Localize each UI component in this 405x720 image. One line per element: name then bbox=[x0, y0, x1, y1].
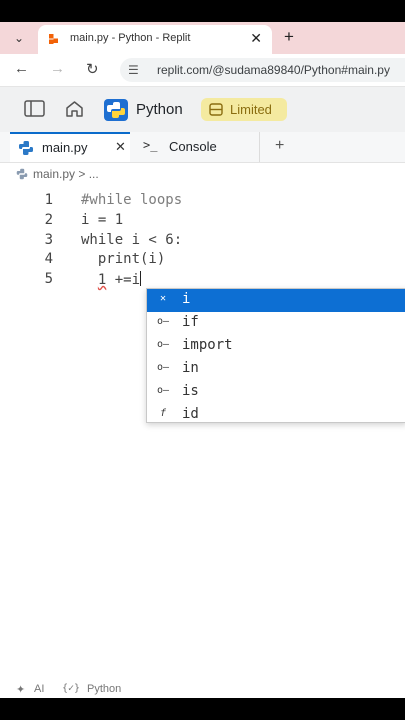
code-text: while i < 6: bbox=[81, 232, 183, 248]
autocomplete-label: i bbox=[182, 291, 191, 307]
address-bar-row: ← → ↻ ☰ replit.com/@sudama89840/Python#m… bbox=[0, 54, 405, 87]
line-number: 1 bbox=[44, 192, 53, 208]
code-line[interactable]: 2 i = 1 bbox=[0, 212, 405, 232]
replit-header: Python Limited bbox=[0, 87, 405, 132]
autocomplete-item[interactable]: o— if bbox=[147, 312, 405, 335]
line-number: 3 bbox=[44, 232, 53, 248]
python-file-icon bbox=[19, 141, 33, 155]
code-line[interactable]: 3 while i < 6: bbox=[0, 232, 405, 252]
home-icon[interactable] bbox=[65, 100, 84, 118]
editor-tab-bar: main.py ✕ >_ Console + bbox=[0, 132, 405, 163]
reload-icon[interactable]: ↻ bbox=[86, 60, 99, 78]
tab-console[interactable]: >_ Console bbox=[131, 132, 260, 162]
top-bezel bbox=[0, 0, 405, 22]
language-status[interactable]: Python bbox=[87, 683, 121, 695]
autocomplete-dropdown: ✕ i o— if o— import o— in o— is f id bbox=[146, 288, 405, 423]
autocomplete-item[interactable]: o— in bbox=[147, 358, 405, 381]
breadcrumb-path[interactable]: main.py > ... bbox=[33, 167, 99, 181]
code-text: 1 +=i bbox=[81, 271, 142, 288]
tab-main-py-label: main.py bbox=[42, 140, 88, 155]
add-tab-icon[interactable]: + bbox=[275, 137, 284, 155]
code-braces-icon: {✓} bbox=[62, 683, 81, 694]
python-logo-icon bbox=[104, 99, 128, 121]
close-tab-icon[interactable]: ✕ bbox=[250, 30, 262, 47]
keyword-icon: o— bbox=[156, 316, 170, 327]
bottom-bezel bbox=[0, 698, 405, 720]
autocomplete-label: import bbox=[182, 337, 233, 353]
code-text: i = 1 bbox=[81, 212, 124, 228]
terminal-prompt-icon: >_ bbox=[143, 138, 158, 152]
browser-tab[interactable]: main.py - Python - Replit ✕ bbox=[38, 25, 272, 54]
autocomplete-label: is bbox=[182, 383, 199, 399]
tab-console-label: Console bbox=[169, 139, 217, 154]
line-number: 4 bbox=[44, 251, 53, 267]
variable-icon: ✕ bbox=[159, 293, 167, 304]
site-settings-icon[interactable]: ☰ bbox=[128, 63, 139, 77]
keyword-icon: o— bbox=[156, 385, 170, 396]
replit-favicon-icon bbox=[49, 34, 58, 44]
repl-language-name[interactable]: Python bbox=[136, 101, 183, 118]
url-text: replit.com/@sudama89840/Python#main.py bbox=[157, 63, 390, 77]
forward-icon[interactable]: → bbox=[50, 60, 65, 77]
close-tab-main-py-icon[interactable]: ✕ bbox=[115, 139, 126, 155]
autocomplete-label: id bbox=[182, 406, 199, 422]
tab-main-py[interactable]: main.py ✕ bbox=[10, 132, 130, 162]
code-text: #while loops bbox=[81, 192, 183, 208]
tab-list-chevron-icon[interactable]: ⌄ bbox=[8, 28, 30, 48]
ai-sparkle-icon: ✦ bbox=[16, 684, 26, 696]
sidebar-toggle-icon[interactable] bbox=[24, 100, 45, 117]
browser-tab-strip: ⌄ main.py - Python - Replit ✕ + bbox=[0, 22, 405, 54]
code-rest: +=i bbox=[106, 272, 141, 288]
new-tab-icon[interactable]: + bbox=[284, 27, 294, 47]
limited-badge[interactable]: Limited bbox=[201, 98, 287, 121]
code-editor[interactable]: main.py > ... 1 #while loops 2 i = 1 3 w… bbox=[0, 163, 405, 698]
autocomplete-item[interactable]: f id bbox=[147, 404, 405, 422]
autocomplete-label: if bbox=[182, 314, 199, 330]
line-number: 5 bbox=[44, 271, 53, 287]
screen: ⌄ main.py - Python - Replit ✕ + ← → ↻ ☰ … bbox=[0, 0, 405, 720]
back-icon[interactable]: ← bbox=[14, 60, 29, 77]
line-number: 2 bbox=[44, 212, 53, 228]
function-icon: f bbox=[159, 408, 167, 419]
code-line[interactable]: 1 #while loops bbox=[0, 192, 405, 212]
browser-tab-title: main.py - Python - Replit bbox=[70, 32, 191, 44]
limited-label: Limited bbox=[230, 102, 272, 117]
keyword-icon: o— bbox=[156, 362, 170, 373]
autocomplete-label: in bbox=[182, 360, 199, 376]
autocomplete-item[interactable]: ✕ i bbox=[147, 289, 405, 312]
database-icon bbox=[209, 103, 223, 116]
ai-status[interactable]: AI bbox=[34, 683, 44, 695]
text-cursor bbox=[140, 271, 142, 286]
code-text: print(i) bbox=[81, 251, 166, 267]
autocomplete-item[interactable]: o— is bbox=[147, 381, 405, 404]
breadcrumb-more: ... bbox=[88, 167, 99, 181]
breadcrumb-file: main.py bbox=[33, 167, 76, 181]
url-field[interactable]: ☰ replit.com/@sudama89840/Python#main.py bbox=[120, 58, 405, 82]
autocomplete-item[interactable]: o— import bbox=[147, 335, 405, 358]
keyword-icon: o— bbox=[156, 339, 170, 350]
python-file-icon bbox=[16, 168, 28, 180]
code-line[interactable]: 4 print(i) bbox=[0, 251, 405, 271]
editor-status-bar: ✦ AI {✓} Python bbox=[0, 683, 405, 698]
